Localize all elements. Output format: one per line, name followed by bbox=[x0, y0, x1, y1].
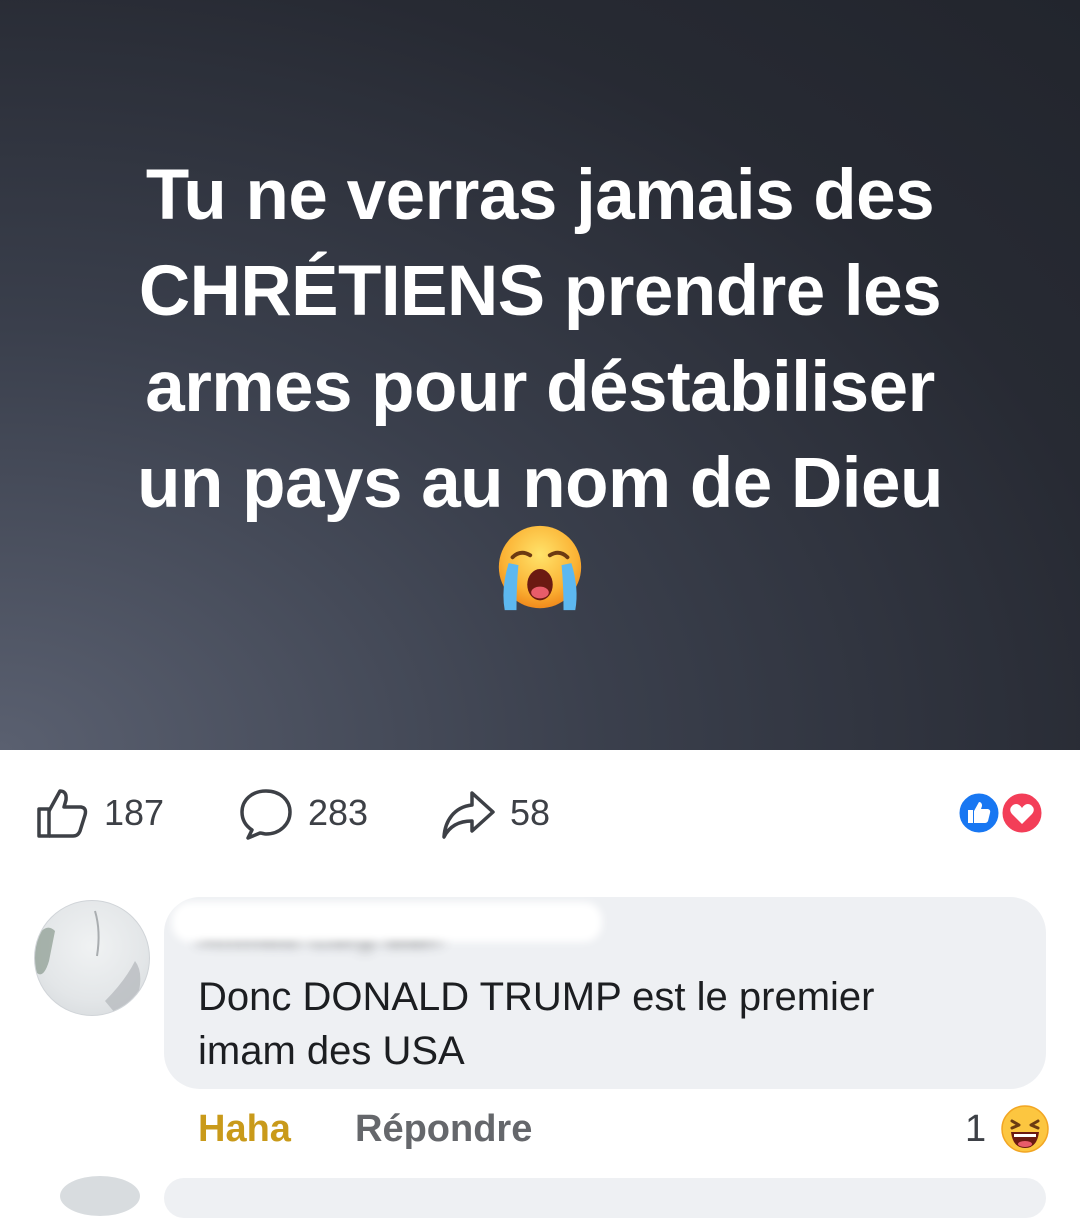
share-arrow-icon bbox=[442, 791, 495, 839]
comment-reaction-count[interactable]: 1 bbox=[965, 1108, 986, 1151]
share-button[interactable]: 58 bbox=[440, 785, 550, 841]
haha-reaction-icon[interactable] bbox=[1000, 1104, 1050, 1154]
comment-bubble-icon bbox=[240, 789, 292, 840]
next-comment-bubble[interactable] bbox=[164, 1178, 1046, 1218]
comment-count: 283 bbox=[308, 792, 369, 833]
comment-text: Donc DONALD TRUMP est le premier imam de… bbox=[198, 970, 1018, 1078]
post-image-card[interactable]: Tu ne verras jamais des CHRÉTIENS prendr… bbox=[0, 0, 1080, 750]
post-text-line: Tu ne verras jamais des bbox=[145, 156, 935, 235]
haha-reaction-button[interactable]: Haha bbox=[198, 1108, 291, 1151]
thumbs-up-icon bbox=[37, 789, 88, 838]
post-text: Tu ne verras jamais des CHRÉTIENS prendr… bbox=[80, 148, 1000, 532]
comment-text-line: Donc DONALD TRUMP est le premier bbox=[198, 975, 875, 1019]
crying-face-icon bbox=[498, 525, 582, 611]
post-text-line: CHRÉTIENS prendre les bbox=[138, 252, 942, 331]
author-redaction bbox=[172, 902, 602, 942]
post-text-line: un pays au nom de Dieu bbox=[137, 444, 943, 523]
reply-button[interactable]: Répondre bbox=[355, 1108, 532, 1151]
next-commenter-avatar[interactable] bbox=[60, 1176, 140, 1216]
like-button[interactable]: 187 bbox=[34, 785, 164, 841]
reactions-summary[interactable] bbox=[956, 790, 1048, 836]
commenter-avatar[interactable] bbox=[34, 900, 150, 1016]
comment-button[interactable]: 283 bbox=[238, 785, 368, 841]
like-count: 187 bbox=[104, 792, 165, 833]
share-count: 58 bbox=[510, 792, 551, 833]
avatar-photo bbox=[35, 910, 141, 1013]
comment-text-line: imam des USA bbox=[198, 1029, 465, 1073]
like-reaction-icon bbox=[956, 790, 1002, 836]
love-reaction-icon bbox=[999, 790, 1045, 836]
post-text-line: armes pour déstabiliser bbox=[145, 348, 935, 427]
